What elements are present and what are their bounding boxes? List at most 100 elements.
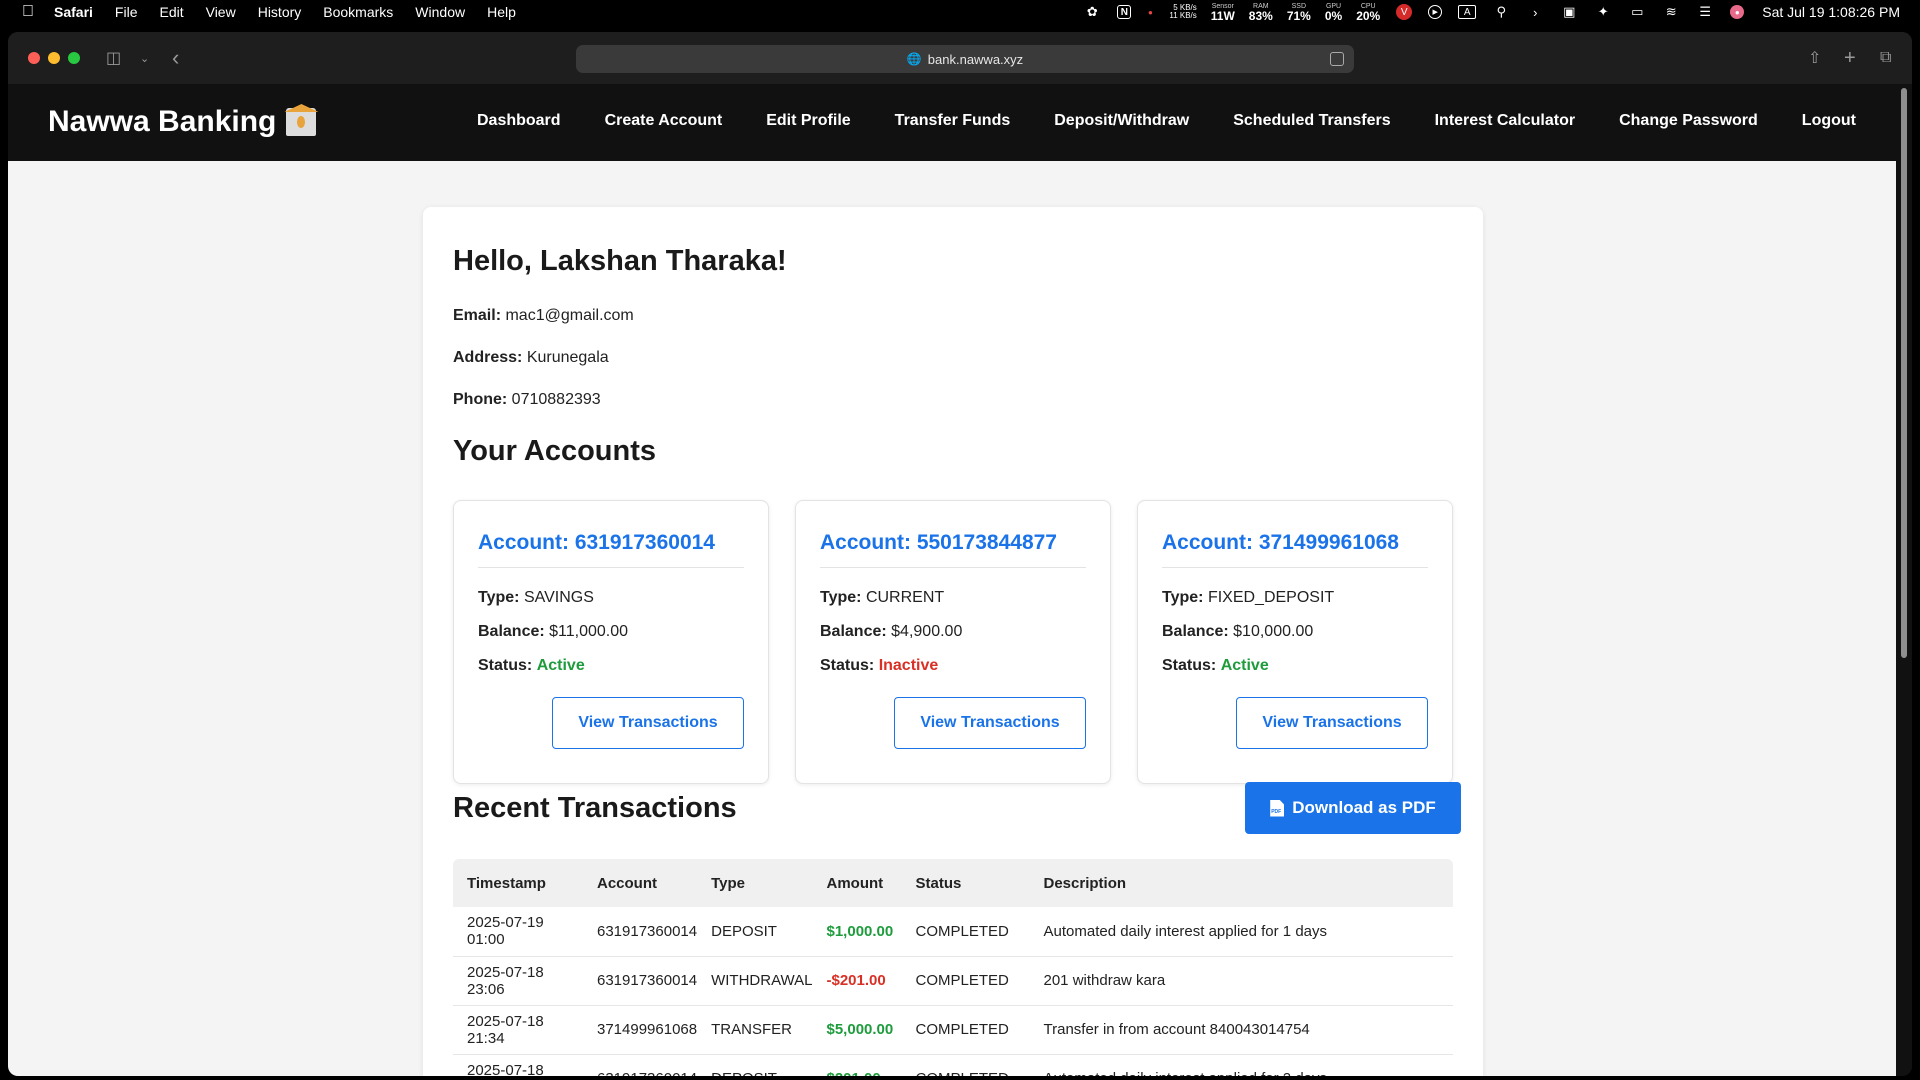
ram-value: 83% bbox=[1248, 8, 1273, 23]
menu-help[interactable]: Help bbox=[487, 4, 516, 20]
play-icon[interactable]: ▶ bbox=[1428, 5, 1443, 19]
account-card: Account: 371499961068 Type: FIXED_DEPOSI… bbox=[1137, 500, 1453, 784]
menu-history[interactable]: History bbox=[258, 4, 302, 20]
tab-overview-icon[interactable]: ⧉ bbox=[1880, 46, 1891, 70]
balance-label: Balance: bbox=[820, 623, 887, 640]
ssd-stat[interactable]: SSD 71% bbox=[1287, 3, 1311, 22]
profile-email: Email: mac1@gmail.com bbox=[453, 307, 634, 325]
menu-view[interactable]: View bbox=[206, 4, 236, 20]
nav-logout[interactable]: Logout bbox=[1802, 112, 1856, 130]
zoom-window-button[interactable] bbox=[68, 52, 80, 64]
account-card: Account: 631917360014 Type: SAVINGS Bala… bbox=[453, 500, 769, 784]
wifi-icon[interactable]: ≋ bbox=[1662, 4, 1680, 20]
cell-description: Transfer in from account 840043014754 bbox=[1029, 1005, 1453, 1055]
chevron-right-icon[interactable]: › bbox=[1526, 4, 1544, 20]
cell-status: COMPLETED bbox=[901, 1005, 1030, 1055]
table-row: 2025-07-18 23:06 631917360014 WITHDRAWAL… bbox=[453, 956, 1453, 1006]
menu-bar-clock[interactable]: Sat Jul 19 1:08:26 PM bbox=[1762, 4, 1900, 20]
reader-mode-icon[interactable] bbox=[1330, 52, 1344, 66]
close-window-button[interactable] bbox=[28, 52, 40, 64]
network-stats[interactable]: 5 KB/s 11 KB/s bbox=[1169, 4, 1196, 20]
siri-icon[interactable]: ● bbox=[1730, 5, 1745, 19]
address-bar[interactable]: 🌐 bank.nawwa.xyz bbox=[576, 45, 1354, 73]
vivaldi-icon[interactable]: V bbox=[1396, 4, 1413, 20]
spotlight-search-icon[interactable]: ⚲ bbox=[1492, 4, 1510, 20]
page-scrollbar[interactable] bbox=[1896, 84, 1912, 1076]
profile-address: Address: Kurunegala bbox=[453, 349, 609, 367]
type-label: Type: bbox=[820, 589, 862, 606]
display-icon[interactable]: ▭ bbox=[1628, 4, 1646, 20]
bank-icon bbox=[286, 108, 317, 136]
cell-timestamp: 2025-07-18 02:00 bbox=[453, 1054, 583, 1076]
table-row: 2025-07-18 21:34 371499961068 TRANSFER $… bbox=[453, 1005, 1453, 1055]
notion-icon[interactable]: N bbox=[1117, 5, 1132, 19]
menu-bookmarks[interactable]: Bookmarks bbox=[323, 4, 393, 20]
sidebar-toggle-icon[interactable]: ◫ bbox=[106, 46, 121, 70]
share-icon[interactable]: ⇧ bbox=[1808, 46, 1821, 70]
status-badge: Active bbox=[1220, 657, 1269, 674]
safari-window: ◫ ⌄ ‹ 🌐 bank.nawwa.xyz ⇧ + ⧉ Nawwa Banki… bbox=[8, 32, 1912, 1076]
col-status: Status bbox=[901, 859, 1030, 907]
view-transactions-button[interactable]: View Transactions bbox=[894, 697, 1086, 749]
scrollbar-thumb[interactable] bbox=[1901, 88, 1907, 658]
menu-file[interactable]: File bbox=[115, 4, 138, 20]
status-badge: Inactive bbox=[878, 657, 939, 674]
email-value: mac1@gmail.com bbox=[505, 307, 634, 324]
nav-dashboard[interactable]: Dashboard bbox=[477, 112, 561, 130]
nav-edit-profile[interactable]: Edit Profile bbox=[766, 112, 850, 130]
ram-stat[interactable]: RAM 83% bbox=[1249, 3, 1273, 22]
nav-interest-calculator[interactable]: Interest Calculator bbox=[1435, 112, 1575, 130]
type-label: Type: bbox=[1162, 589, 1204, 606]
nav-deposit-withdraw[interactable]: Deposit/Withdraw bbox=[1054, 112, 1189, 130]
account-title: Account: 550173844877 bbox=[820, 531, 1086, 568]
sensor-stat[interactable]: Sensor 11W bbox=[1211, 3, 1235, 22]
cell-type: DEPOSIT bbox=[697, 1054, 813, 1076]
cpu-stat[interactable]: CPU 20% bbox=[1356, 3, 1380, 22]
download-pdf-label: Download as PDF bbox=[1292, 798, 1436, 817]
text-input-icon[interactable]: A bbox=[1458, 5, 1477, 19]
cell-amount: $201.00 bbox=[812, 1054, 902, 1076]
site-brand[interactable]: Nawwa Banking bbox=[48, 105, 317, 139]
address-value: Kurunegala bbox=[526, 349, 609, 366]
nav-create-account[interactable]: Create Account bbox=[605, 112, 723, 130]
col-type: Type bbox=[697, 859, 813, 907]
cell-timestamp: 2025-07-18 21:34 bbox=[453, 1005, 583, 1055]
cell-description: 201 withdraw kara bbox=[1029, 956, 1453, 1006]
gpu-stat[interactable]: GPU 0% bbox=[1325, 3, 1342, 22]
drive-icon[interactable]: ▣ bbox=[1560, 4, 1578, 20]
account-type: Type: FIXED_DEPOSIT bbox=[1162, 589, 1334, 607]
dots-icon[interactable]: ● bbox=[1147, 4, 1153, 20]
nav-scheduled-transfers[interactable]: Scheduled Transfers bbox=[1233, 112, 1390, 130]
new-tab-icon[interactable]: + bbox=[1844, 46, 1856, 70]
download-pdf-button[interactable]: Download as PDF bbox=[1245, 782, 1461, 834]
cell-description: Automated daily interest applied for 1 d… bbox=[1029, 907, 1453, 957]
back-button-icon[interactable]: ‹ bbox=[172, 45, 179, 70]
address-bar-url: bank.nawwa.xyz bbox=[927, 51, 1024, 67]
cell-amount: $1,000.00 bbox=[812, 907, 902, 957]
cell-account: 631917360014 bbox=[583, 907, 698, 957]
account-status: Status: Inactive bbox=[820, 657, 938, 675]
balance-label: Balance: bbox=[478, 623, 545, 640]
view-transactions-button[interactable]: View Transactions bbox=[1236, 697, 1428, 749]
menu-app-name[interactable]: Safari bbox=[54, 4, 93, 20]
account-balance: Balance: $11,000.00 bbox=[478, 623, 628, 641]
menu-edit[interactable]: Edit bbox=[159, 4, 183, 20]
view-transactions-button[interactable]: View Transactions bbox=[552, 697, 744, 749]
type-label: Type: bbox=[478, 589, 520, 606]
site-header: Nawwa Banking Dashboard Create Account E… bbox=[8, 84, 1896, 161]
accounts-heading: Your Accounts bbox=[453, 435, 657, 467]
table-header-row: Timestamp Account Type Amount Status Des… bbox=[453, 859, 1453, 907]
chevron-down-icon[interactable]: ⌄ bbox=[140, 46, 149, 70]
apple-menu-icon[interactable]:  bbox=[20, 3, 36, 20]
control-center-icon[interactable]: ☰ bbox=[1696, 4, 1714, 20]
type-value: SAVINGS bbox=[523, 589, 594, 606]
nav-transfer-funds[interactable]: Transfer Funds bbox=[895, 112, 1011, 130]
balance-value: $4,900.00 bbox=[891, 623, 963, 640]
minimize-window-button[interactable] bbox=[48, 52, 60, 64]
wing-icon[interactable]: ✦ bbox=[1594, 4, 1612, 20]
cell-amount: -$201.00 bbox=[812, 956, 902, 1006]
cell-status: COMPLETED bbox=[901, 1054, 1030, 1076]
chatgpt-icon[interactable]: ✿ bbox=[1083, 4, 1101, 20]
nav-change-password[interactable]: Change Password bbox=[1619, 112, 1758, 130]
menu-window[interactable]: Window bbox=[415, 4, 465, 20]
